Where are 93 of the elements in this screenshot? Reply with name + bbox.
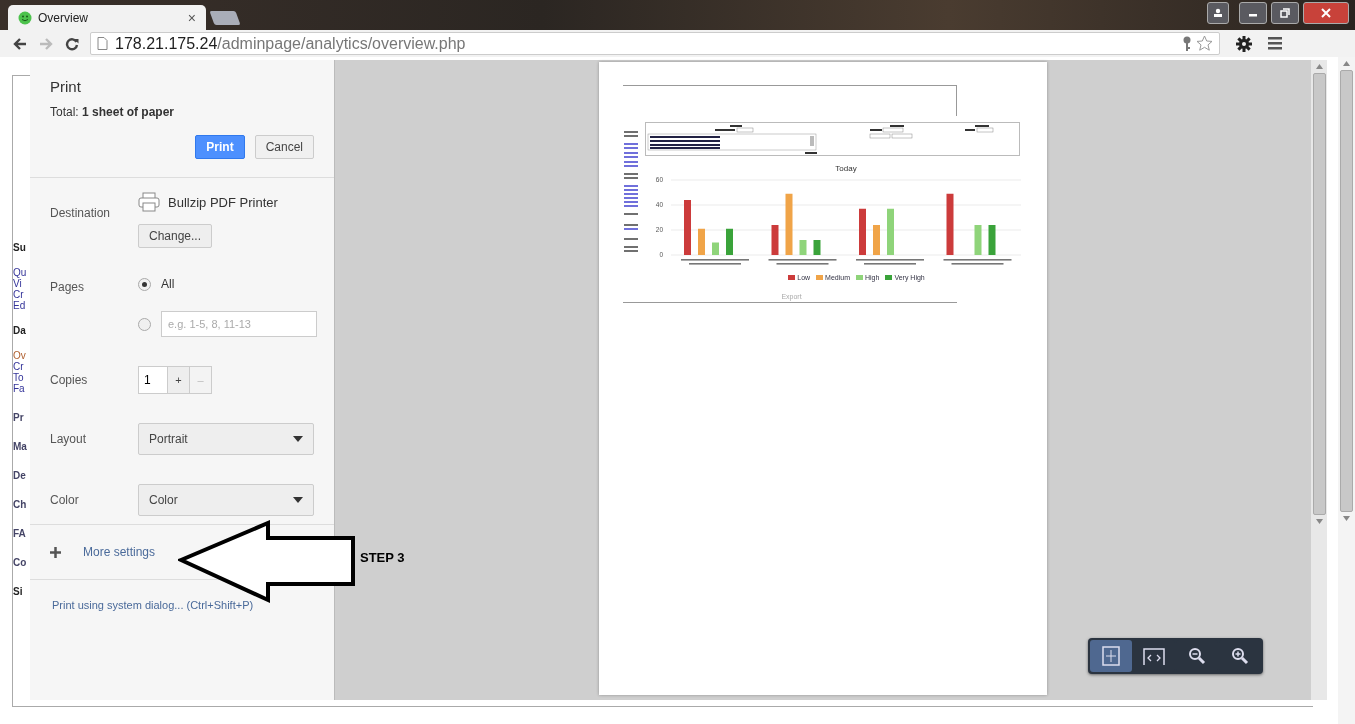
radio-button[interactable] bbox=[138, 277, 151, 291]
radio-label: All bbox=[161, 277, 175, 291]
down-arrow-icon[interactable] bbox=[1343, 516, 1350, 521]
key-icon[interactable] bbox=[1182, 35, 1192, 52]
chart-title: Today bbox=[835, 164, 857, 173]
printer-name: Bullzip PDF Printer bbox=[168, 194, 278, 210]
bar bbox=[946, 193, 954, 255]
up-arrow-icon[interactable] bbox=[1343, 61, 1350, 66]
bar bbox=[684, 200, 691, 255]
caret-icon bbox=[293, 497, 303, 503]
zoom-in-icon bbox=[1231, 647, 1249, 665]
bar bbox=[873, 225, 880, 255]
sidebar-link[interactable]: Fa bbox=[13, 383, 27, 394]
layout-dropdown[interactable]: Portrait bbox=[138, 423, 314, 455]
tab-close-button[interactable]: × bbox=[187, 9, 196, 26]
bar bbox=[771, 225, 779, 255]
right-arrow-icon bbox=[39, 37, 53, 50]
smiley-icon bbox=[18, 10, 32, 25]
stepper-button[interactable]: + bbox=[168, 366, 190, 394]
color-dropdown[interactable]: Color bbox=[138, 484, 314, 516]
system-dialog-link[interactable]: Print using system dialog... (Ctrl+Shift+P) bbox=[52, 599, 254, 611]
scrollbar[interactable] bbox=[1338, 57, 1355, 724]
up-arrow-icon[interactable] bbox=[1315, 64, 1323, 69]
sidebar-link[interactable]: Cr bbox=[13, 289, 27, 300]
restore-icon bbox=[1280, 8, 1290, 18]
sidebar-link[interactable]: Ov bbox=[13, 350, 27, 361]
sidebar-link[interactable]: Qu bbox=[13, 267, 27, 278]
sidebar-link[interactable]: Ed bbox=[13, 300, 27, 311]
category-label-drawing bbox=[681, 259, 749, 265]
printer-icon bbox=[138, 192, 160, 212]
cancel-button[interactable]: Cancel bbox=[254, 135, 314, 159]
setting-label: Layout bbox=[50, 432, 88, 446]
page-range-field[interactable]: e.g. 1-5, 8, 11-13 bbox=[161, 311, 317, 337]
category-label-drawing bbox=[943, 259, 1012, 265]
new-tab-button[interactable] bbox=[209, 11, 241, 25]
profile-button[interactable] bbox=[1207, 2, 1229, 24]
restore-button[interactable] bbox=[1271, 2, 1299, 24]
zoom-out-icon bbox=[1188, 647, 1206, 665]
sidebar-link[interactable]: Ma bbox=[13, 441, 27, 452]
reload-icon bbox=[65, 36, 79, 51]
star-icon[interactable] bbox=[1196, 35, 1213, 52]
bar bbox=[974, 225, 982, 255]
bar bbox=[712, 242, 719, 255]
dialog-title: Print bbox=[50, 78, 82, 95]
sidebar-link[interactable]: Cr bbox=[13, 361, 27, 372]
tab-title: Overview bbox=[38, 10, 89, 25]
bar bbox=[698, 228, 705, 255]
caret-icon bbox=[293, 436, 303, 442]
bar bbox=[859, 208, 866, 255]
sidebar-link[interactable]: To bbox=[13, 372, 27, 383]
copies-field[interactable]: 1 bbox=[138, 366, 168, 394]
sidebar-link[interactable]: Pr bbox=[13, 412, 27, 423]
minimize-button[interactable] bbox=[1239, 2, 1267, 24]
fit-page-icon bbox=[1102, 646, 1120, 666]
sidebar-heading: Su bbox=[13, 242, 27, 253]
category-label-drawing bbox=[768, 259, 837, 265]
setting-label: Copies bbox=[50, 373, 89, 387]
sidebar-heading: Si bbox=[13, 586, 24, 597]
plus-icon[interactable] bbox=[50, 546, 61, 558]
fit-width-icon bbox=[1143, 647, 1165, 665]
annotation-label: STEP 3 bbox=[360, 550, 405, 565]
setting-label: Color bbox=[50, 493, 80, 507]
menu-icon[interactable] bbox=[1268, 37, 1282, 50]
address-bar[interactable]: 178.21.175.24/adminpage/analytics/overview.php bbox=[90, 32, 1220, 55]
down-arrow-icon[interactable] bbox=[1315, 519, 1323, 524]
fit-page-button[interactable] bbox=[1090, 640, 1132, 672]
bar bbox=[887, 208, 894, 255]
bar bbox=[785, 193, 793, 255]
sidebar-link[interactable]: De bbox=[13, 470, 27, 481]
bar bbox=[799, 240, 807, 255]
sheet-total: Total: 1 sheet of paper bbox=[50, 105, 176, 119]
person-icon bbox=[1213, 8, 1223, 18]
sidebar-link[interactable]: Ch bbox=[13, 499, 27, 510]
left-arrow-icon bbox=[13, 37, 27, 50]
browser-tab[interactable]: Overview × bbox=[8, 5, 206, 30]
settings-icon[interactable] bbox=[1236, 35, 1252, 52]
page-icon bbox=[97, 37, 108, 50]
change-button[interactable]: Change... bbox=[138, 224, 213, 248]
setting-label: Destination bbox=[50, 206, 112, 220]
scrollbar[interactable] bbox=[1311, 60, 1327, 700]
bar bbox=[813, 240, 821, 255]
sidebar-link[interactable]: Co bbox=[13, 557, 27, 568]
close-button[interactable] bbox=[1303, 2, 1349, 24]
bar bbox=[726, 228, 733, 255]
more-settings-link[interactable]: More settings bbox=[83, 545, 156, 559]
setting-label: Pages bbox=[50, 280, 86, 294]
sidebar-link[interactable]: FA bbox=[13, 528, 27, 539]
bar bbox=[988, 225, 996, 255]
category-label-drawing bbox=[856, 259, 924, 265]
sidebar-link[interactable]: Vi bbox=[13, 278, 27, 289]
close-icon bbox=[1321, 8, 1331, 18]
radio-button[interactable] bbox=[138, 317, 151, 331]
sidebar-heading: Da bbox=[13, 325, 27, 336]
